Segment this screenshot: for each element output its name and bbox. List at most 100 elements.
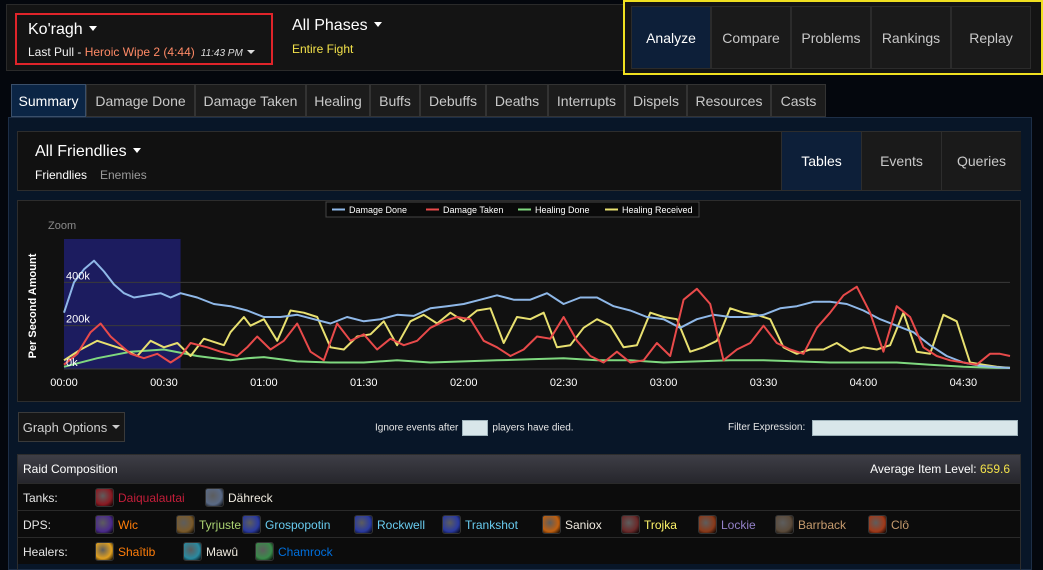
nav-analyze[interactable]: Analyze	[631, 6, 711, 69]
filter-expression-input[interactable]	[812, 420, 1018, 436]
ignore-label-after: players have died.	[492, 422, 574, 434]
player-entry[interactable]: Wic	[95, 515, 138, 534]
fight-selector[interactable]: Ko'ragh Last Pull - Heroic Wipe 2 (4:44)…	[15, 13, 273, 65]
player-entry[interactable]: Rockwell	[354, 515, 425, 534]
player-entry[interactable]: Mawû	[183, 542, 238, 561]
x-tick-label: 01:30	[350, 377, 378, 389]
friendly-dropdown[interactable]: All Friendlies	[35, 143, 141, 161]
nav-problems[interactable]: Problems	[791, 6, 871, 69]
legend-label[interactable]: Damage Done	[349, 205, 407, 215]
phase-dropdown[interactable]: All Phases	[292, 17, 382, 35]
player-entry[interactable]: Clô	[868, 515, 909, 534]
ignore-events-control: Ignore events after players have died.	[375, 420, 574, 436]
x-tick-label: 00:30	[150, 377, 178, 389]
chart-svg[interactable]: Damage Done Damage Taken Healing Done Heali…	[18, 201, 1020, 401]
tab-damage-done[interactable]: Damage Done	[86, 84, 195, 117]
ilvl-label: Average Item Level:	[870, 462, 980, 476]
enemies-toggle[interactable]: Enemies	[100, 168, 147, 182]
x-tick-label: 02:30	[550, 377, 578, 389]
player-entry[interactable]: Daiqualautai	[95, 488, 185, 507]
player-entry[interactable]: Chamrock	[255, 542, 333, 561]
frost-bolt-icon	[242, 515, 261, 534]
friendlies-toggle[interactable]: Friendlies	[35, 168, 87, 182]
y-tick-label: 0k	[66, 357, 78, 369]
pull-dropdown[interactable]: Last Pull - Heroic Wipe 2 (4:44) 11:43 PM	[28, 45, 255, 59]
filter-expression-label: Filter Expression:	[728, 422, 806, 433]
fire-face-icon	[542, 515, 561, 534]
chevron-down-icon	[373, 22, 382, 27]
y-tick-label: 400k	[66, 270, 90, 282]
tab-resources[interactable]: Resources	[687, 84, 771, 117]
tab-dispels[interactable]: Dispels	[625, 84, 687, 117]
x-tick-label: 00:00	[50, 377, 78, 389]
player-entry[interactable]: Lockie	[698, 515, 756, 534]
summary-chart[interactable]: Damage Done Damage Taken Healing Done Heali…	[17, 200, 1021, 402]
boss-dropdown[interactable]: Ko'ragh	[28, 21, 97, 39]
x-tick-label: 04:30	[950, 377, 978, 389]
player-name: Trojka	[644, 517, 677, 532]
player-entry[interactable]: Trojka	[621, 515, 677, 534]
friendly-selector-bar: All Friendlies Friendlies Enemies Tables…	[17, 131, 1021, 191]
tab-damage-taken[interactable]: Damage Taken	[195, 84, 306, 117]
zoom-label[interactable]: Zoom	[48, 220, 76, 232]
legend-label[interactable]: Healing Done	[535, 205, 590, 215]
player-name: Saniox	[565, 517, 602, 532]
ilvl-value: 659.6	[979, 462, 1010, 476]
raid-row-healers: Healers: Shaîtib Mawû Chamrock	[18, 537, 1020, 564]
fury-icon	[868, 515, 887, 534]
player-entry[interactable]: Trankshot	[442, 515, 518, 534]
death-knight-icon	[95, 488, 114, 507]
chevron-down-icon	[132, 148, 141, 153]
view-queries[interactable]: Queries	[941, 132, 1021, 190]
view-tables[interactable]: Tables	[781, 132, 861, 190]
chevron-down-icon	[88, 26, 97, 31]
player-entry[interactable]: Dähreck	[205, 488, 273, 507]
legend-label[interactable]: Damage Taken	[443, 205, 503, 215]
x-tick-label: 04:00	[850, 377, 878, 389]
tab-deaths[interactable]: Deaths	[486, 84, 548, 117]
starburst-icon	[95, 542, 114, 561]
tab-casts[interactable]: Casts	[771, 84, 826, 117]
player-name: Shaîtib	[118, 544, 156, 559]
graph-options-button[interactable]: Graph Options	[18, 412, 125, 442]
x-tick-label: 02:00	[450, 377, 478, 389]
player-entry[interactable]: Barrback	[775, 515, 846, 534]
x-tick-label: 03:00	[650, 377, 678, 389]
chevron-down-icon	[246, 50, 255, 54]
nav-rankings[interactable]: Rankings	[871, 6, 951, 69]
player-entry[interactable]: Shaîtib	[95, 542, 155, 561]
player-entry[interactable]: Tyrjuste	[176, 515, 241, 534]
monk-icon	[183, 542, 202, 561]
raid-title: Raid Composition	[23, 462, 118, 476]
series-line-damage-done	[63, 259, 1011, 369]
x-tick-label: 03:30	[750, 377, 778, 389]
pull-name: Heroic Wipe 2 (4:44)	[84, 45, 195, 59]
y-tick-label: 200k	[66, 314, 90, 326]
legend-label[interactable]: Healing Received	[622, 205, 693, 215]
raid-composition: Raid Composition Average Item Level: 659…	[17, 454, 1021, 570]
ignore-deaths-input[interactable]	[462, 420, 489, 436]
tab-interrupts[interactable]: Interrupts	[548, 84, 625, 117]
nav-compare[interactable]: Compare	[711, 6, 791, 69]
chart-gridlines	[64, 281, 1010, 370]
player-name: Trankshot	[465, 517, 518, 532]
row-label: Healers:	[23, 545, 68, 559]
chart-legend[interactable]: Damage Done Damage Taken Healing Done Heali…	[325, 201, 700, 218]
tab-summary[interactable]: Summary	[11, 84, 86, 117]
player-name: Clô	[891, 517, 910, 532]
raid-row-tanks: Tanks: Daiqualautai Dähreck	[18, 483, 1020, 510]
player-entry[interactable]: Grospopotin	[242, 515, 330, 534]
tab-debuffs[interactable]: Debuffs	[420, 84, 486, 117]
phase-subtitle: Entire Fight	[292, 42, 354, 56]
view-events[interactable]: Events	[861, 132, 941, 190]
ignore-label-before: Ignore events after	[375, 422, 459, 434]
player-name: Mawû	[206, 544, 239, 559]
player-name: Lockie	[721, 517, 756, 532]
friendly-title: All Friendlies	[35, 143, 127, 160]
tab-healing[interactable]: Healing	[306, 84, 370, 117]
player-entry[interactable]: Saniox	[542, 515, 602, 534]
row-label: Tanks:	[23, 491, 58, 505]
pull-time: 11:43 PM	[200, 48, 243, 59]
nav-replay[interactable]: Replay	[951, 6, 1031, 69]
tab-buffs[interactable]: Buffs	[370, 84, 420, 117]
